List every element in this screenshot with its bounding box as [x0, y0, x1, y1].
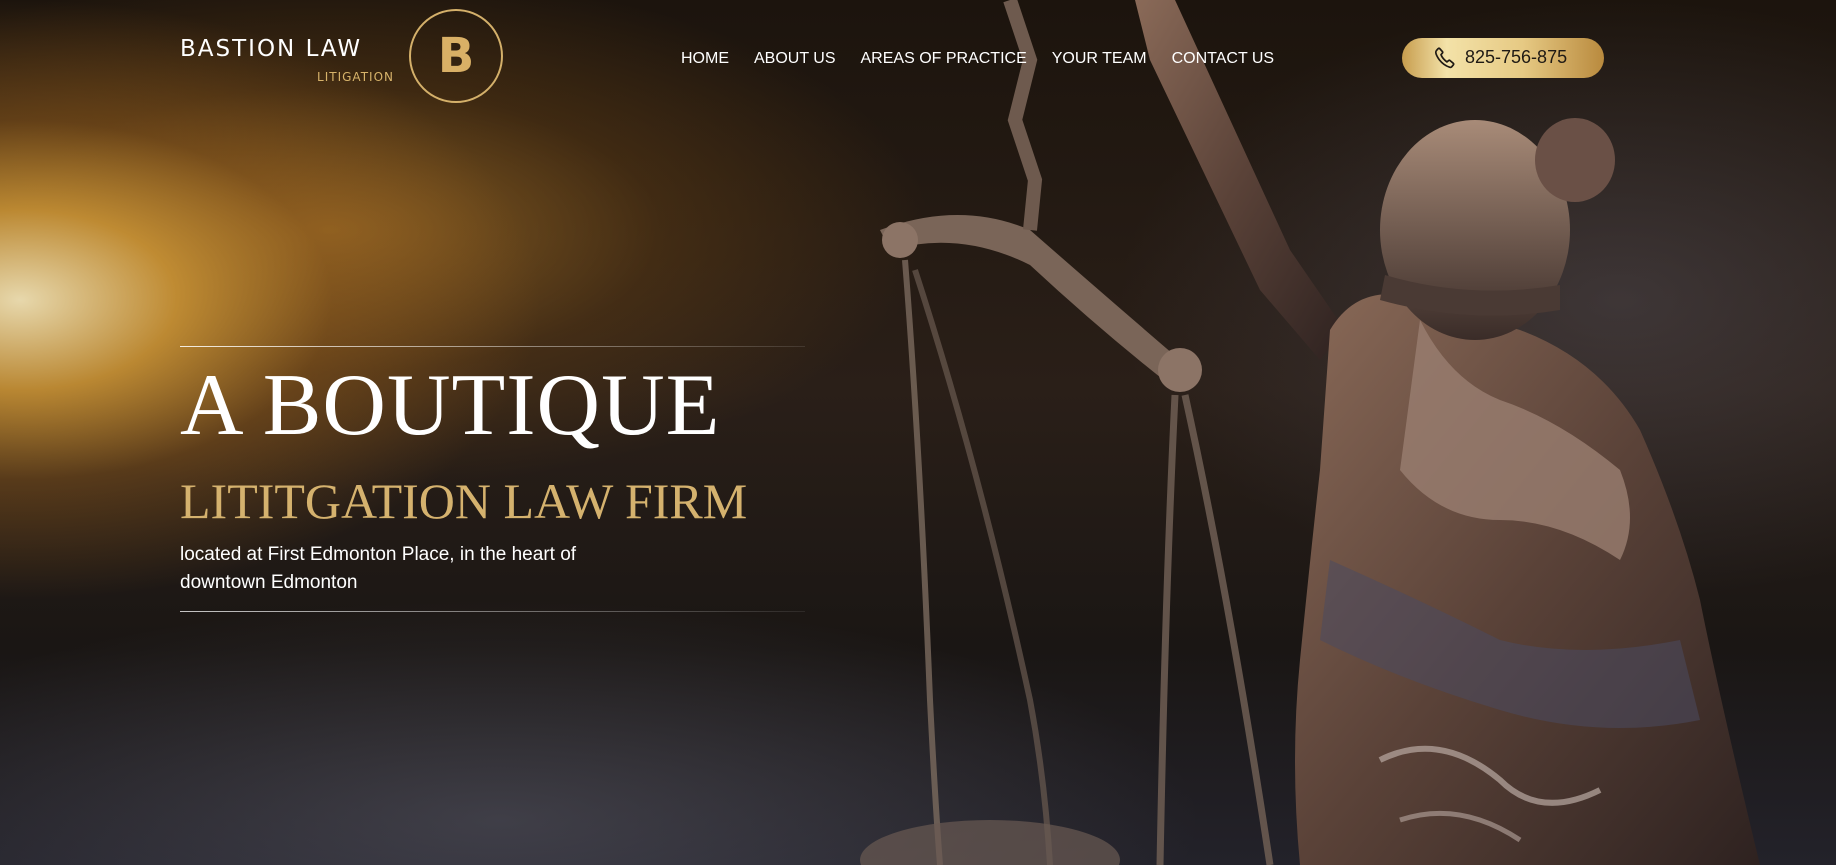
nav-item-your-team[interactable]: YOUR TEAM — [1052, 48, 1147, 70]
main-nav: HOME ABOUT US AREAS OF PRACTICE YOUR TEA… — [681, 48, 1274, 70]
phone-button[interactable]: 825-756-875 — [1402, 38, 1604, 78]
hero-description: located at First Edmonton Place, in the … — [180, 544, 577, 593]
hero-headline: A BOUTIQUE — [180, 357, 721, 454]
brand-monogram-icon: B — [409, 9, 503, 103]
brand-name: BASTION LAW — [180, 36, 363, 62]
hero-subheadline: LITITGATION LAW FIRM — [180, 473, 748, 529]
phone-number: 825-756-875 — [1465, 47, 1568, 67]
nav-item-home[interactable]: HOME — [681, 48, 729, 70]
nav-item-areas-of-practice[interactable]: AREAS OF PRACTICE — [861, 48, 1027, 70]
nav-item-contact-us[interactable]: CONTACT US — [1172, 48, 1275, 70]
divider-bottom — [180, 611, 805, 612]
divider-top — [180, 346, 805, 347]
brand-tagline: LITIGATION — [317, 70, 394, 84]
brand-logo[interactable]: BASTION LAW LITIGATION B — [180, 8, 510, 108]
nav-item-about-us[interactable]: ABOUT US — [754, 48, 836, 70]
phone-icon — [1434, 47, 1455, 69]
